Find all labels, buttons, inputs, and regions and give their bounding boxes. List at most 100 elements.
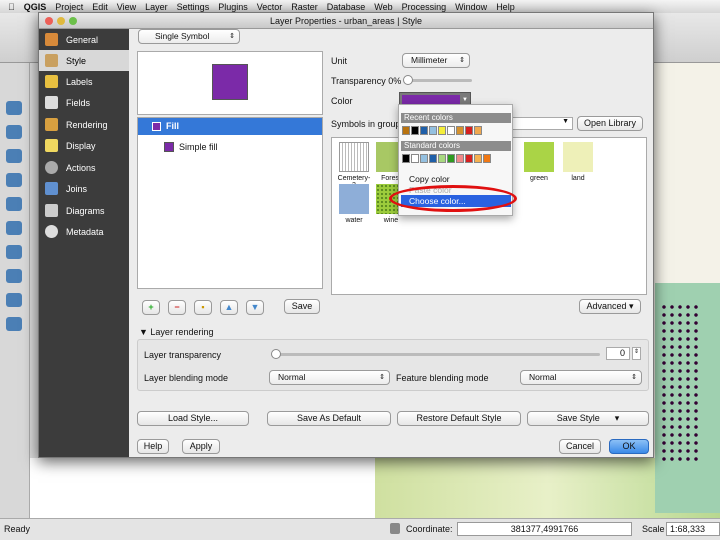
menu-layer[interactable]: Layer <box>145 2 168 12</box>
color-swatch[interactable] <box>474 154 482 163</box>
menu-help[interactable]: Help <box>496 2 515 12</box>
renderer-select[interactable]: Single Symbol <box>138 29 240 44</box>
save-symbol-button[interactable]: Save <box>284 299 320 314</box>
color-swatch[interactable] <box>411 154 419 163</box>
color-swatch[interactable] <box>438 126 446 135</box>
menu-settings[interactable]: Settings <box>177 2 210 12</box>
ok-button[interactable]: OK <box>609 439 649 454</box>
menu-edit[interactable]: Edit <box>92 2 108 12</box>
chevron-down-icon: ▼ <box>462 97 468 103</box>
menu-project[interactable]: Project <box>55 2 83 12</box>
color-swatch[interactable] <box>483 154 491 163</box>
add-layer-button[interactable]: + <box>142 300 160 315</box>
layer-blending-select[interactable]: Normal <box>269 370 390 385</box>
layer-rendering-header[interactable]: ▼ Layer rendering <box>139 327 213 337</box>
transparency-slider[interactable] <box>403 75 472 85</box>
tool-icon[interactable] <box>6 221 22 235</box>
minimize-button[interactable] <box>57 17 65 25</box>
advanced-button[interactable]: Advanced ▾ <box>579 299 641 314</box>
tool-icon[interactable] <box>6 245 22 259</box>
color-swatch[interactable] <box>456 154 464 163</box>
feature-blending-select[interactable]: Normal <box>520 370 642 385</box>
color-swatch[interactable] <box>429 154 437 163</box>
color-swatch[interactable] <box>420 154 428 163</box>
color-swatch[interactable] <box>411 126 419 135</box>
open-library-button[interactable]: Open Library <box>577 116 643 131</box>
lock-layer-button[interactable]: ▪ <box>194 300 212 315</box>
color-swatch[interactable] <box>402 154 410 163</box>
tool-icon[interactable] <box>6 173 22 187</box>
restore-default-button[interactable]: Restore Default Style <box>397 411 521 426</box>
symbol-land[interactable]: land <box>561 142 595 182</box>
sidebar-item-fields[interactable]: Fields <box>39 92 129 113</box>
menu-window[interactable]: Window <box>455 2 487 12</box>
tree-item-fill[interactable]: Fill <box>138 118 322 135</box>
sidebar-item-diagrams[interactable]: Diagrams <box>39 200 129 221</box>
menu-database[interactable]: Database <box>327 2 366 12</box>
zoom-button[interactable] <box>69 17 77 25</box>
slider-handle[interactable] <box>271 349 281 359</box>
apply-button[interactable]: Apply <box>182 439 220 454</box>
symbol-cemetery[interactable]: Cemetery-2 <box>337 142 371 189</box>
tool-icon[interactable] <box>6 101 22 115</box>
symbol-water[interactable]: water <box>337 184 371 224</box>
group-select[interactable]: ▼ <box>509 117 573 130</box>
move-down-button[interactable]: ▼ <box>246 300 264 315</box>
cancel-button[interactable]: Cancel <box>559 439 601 454</box>
coordinate-field[interactable]: 381377,4991766 <box>457 522 632 536</box>
sidebar-item-actions[interactable]: Actions <box>39 157 129 178</box>
save-as-default-button[interactable]: Save As Default <box>267 411 391 426</box>
menu-processing[interactable]: Processing <box>402 2 447 12</box>
menu-view[interactable]: View <box>117 2 136 12</box>
tool-icon[interactable] <box>6 197 22 211</box>
color-swatch[interactable] <box>465 126 473 135</box>
sidebar-item-labels[interactable]: Labels <box>39 71 129 92</box>
save-style-button[interactable]: Save Style ▾ <box>527 411 649 426</box>
left-toolbar <box>0 63 30 518</box>
layer-transparency-slider[interactable] <box>271 349 600 359</box>
remove-layer-button[interactable]: − <box>168 300 186 315</box>
sidebar-item-display[interactable]: Display <box>39 135 129 156</box>
menu-app[interactable]: QGIS <box>24 2 47 12</box>
color-swatch[interactable] <box>465 154 473 163</box>
scale-field[interactable]: 1:68,333 <box>666 522 720 536</box>
layer-transparency-spinbox[interactable]: 0 <box>606 347 630 360</box>
preview-swatch <box>212 64 248 100</box>
tool-icon[interactable] <box>6 149 22 163</box>
sidebar-item-general[interactable]: General <box>39 29 129 50</box>
slider-handle[interactable] <box>403 75 413 85</box>
menu-plugins[interactable]: Plugins <box>218 2 248 12</box>
sidebar-item-joins[interactable]: Joins <box>39 178 129 199</box>
load-style-button[interactable]: Load Style... <box>137 411 249 426</box>
apple-icon[interactable]:  <box>8 2 15 12</box>
color-label: Color <box>331 96 353 106</box>
tool-icon[interactable] <box>6 293 22 307</box>
copy-color-item[interactable]: Copy color <box>409 174 450 184</box>
color-swatch[interactable] <box>429 126 437 135</box>
move-up-button[interactable]: ▲ <box>220 300 238 315</box>
menu-web[interactable]: Web <box>374 2 392 12</box>
menu-vector[interactable]: Vector <box>257 2 283 12</box>
sidebar-item-style[interactable]: Style <box>39 50 129 71</box>
color-swatch[interactable] <box>447 154 455 163</box>
color-swatch[interactable] <box>456 126 464 135</box>
tool-icon[interactable] <box>6 317 22 331</box>
color-swatch[interactable] <box>474 126 482 135</box>
unit-select[interactable]: Millimeter <box>402 53 470 68</box>
sidebar-item-rendering[interactable]: Rendering <box>39 114 129 135</box>
color-swatch[interactable] <box>438 154 446 163</box>
close-button[interactable] <box>45 17 53 25</box>
sidebar-item-metadata[interactable]: Metadata <box>39 221 129 242</box>
symbol-green[interactable]: green <box>522 142 556 182</box>
tool-icon[interactable] <box>6 269 22 283</box>
help-button[interactable]: Help <box>137 439 169 454</box>
render-toggle-icon[interactable] <box>390 523 400 534</box>
color-swatch[interactable] <box>447 126 455 135</box>
recent-colors-header: Recent colors <box>401 113 511 123</box>
menu-raster[interactable]: Raster <box>291 2 318 12</box>
color-swatch[interactable] <box>402 126 410 135</box>
color-swatch[interactable] <box>420 126 428 135</box>
tool-icon[interactable] <box>6 125 22 139</box>
spinbox-arrows[interactable]: ⇕ <box>632 347 641 360</box>
standard-colors-row <box>402 154 492 165</box>
